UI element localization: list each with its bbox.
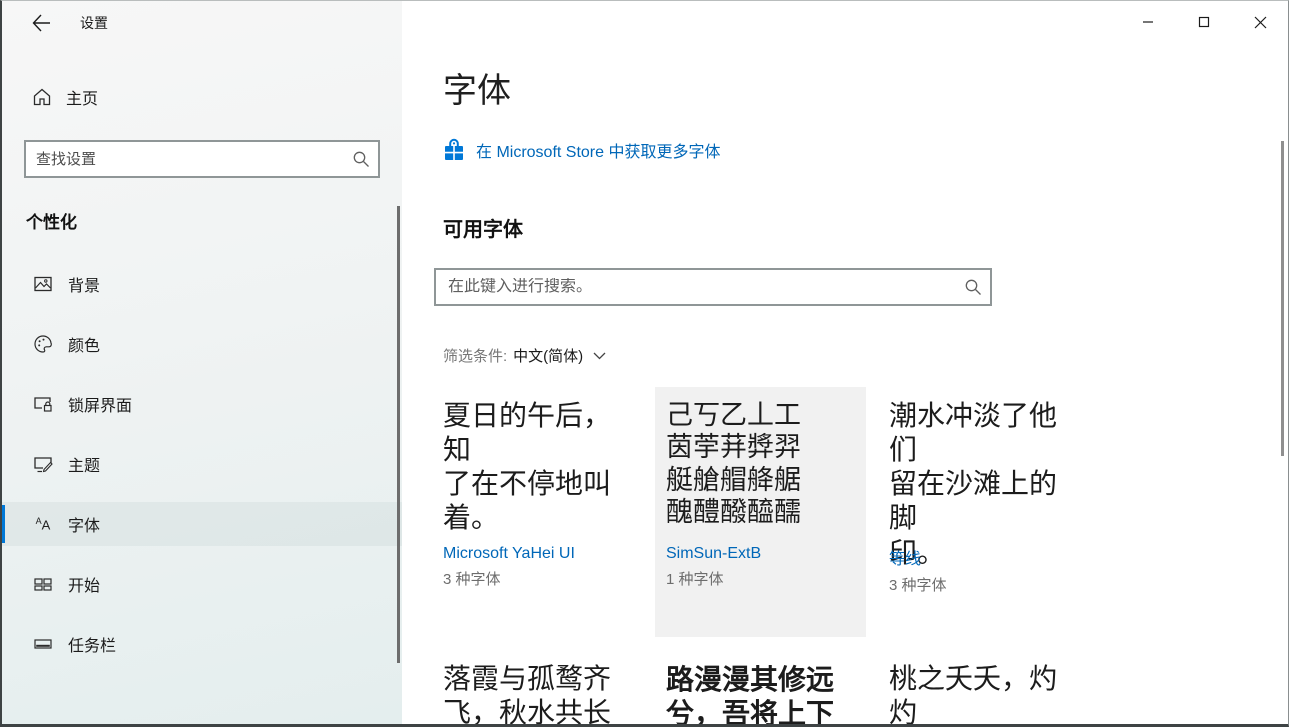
font-tile-row2-3[interactable]: 桃之夭夭，灼灼 其华。 (878, 651, 1089, 727)
filter-row: 筛选条件: 中文(简体) (443, 345, 606, 366)
font-tile-simsun-extb[interactable]: 己丂乙丄工 茵荢荓㢡羿 艇艙艒舽艍 醜醴醱醯醹 SimSun-ExtB 1 种字… (655, 387, 866, 637)
filter-label: 筛选条件: (443, 345, 507, 366)
sidebar-item-colors[interactable]: 颜色 (2, 322, 402, 366)
sidebar-item-label: 开始 (68, 572, 100, 596)
window-controls (1120, 1, 1288, 43)
page-title: 字体 (443, 63, 511, 112)
microsoft-store-icon (443, 138, 465, 162)
fonts-search-input[interactable] (436, 278, 956, 296)
font-name-link[interactable]: 等线 (889, 545, 1078, 569)
font-face-count: 3 种字体 (443, 568, 632, 589)
titlebar-left: 设置 (2, 1, 402, 45)
palette-icon (32, 334, 54, 354)
back-button[interactable] (24, 8, 58, 38)
font-tile-dengxian[interactable]: 潮水冲淡了他们 留在沙滩上的脚 印。 等线 3 种字体 (878, 387, 1089, 637)
sidebar-item-label: 任务栏 (68, 632, 116, 656)
font-tile-row2-2[interactable]: 路漫漫其修远 兮，吾将上下而 求索 (655, 651, 866, 727)
font-preview-text: 己丂乙丄工 茵荢荓㢡羿 艇艙艒舽艍 醜醴醱醯醹 (666, 399, 855, 545)
font-preview-text: 落霞与孤鹜齐 飞，秋水共长天 一色 (443, 663, 632, 727)
sidebar-item-home[interactable]: 主页 (2, 75, 402, 119)
sidebar-search-box (24, 140, 380, 178)
close-icon (1254, 16, 1267, 29)
font-face-count: 3 种字体 (889, 574, 1078, 595)
font-name-link[interactable]: SimSun-ExtB (666, 545, 855, 563)
font-grid: 夏日的午后，知 了在不停地叫 着。 Microsoft YaHei UI 3 种… (432, 387, 1089, 727)
maximize-icon (1198, 16, 1210, 28)
font-preview-text: 桃之夭夭，灼灼 其华。 (889, 663, 1078, 727)
sidebar-section-header: 个性化 (26, 208, 402, 236)
sidebar-item-start[interactable]: 开始 (2, 562, 402, 606)
settings-window: 设置 主页 个性化 (0, 0, 1289, 727)
minimize-icon (1142, 16, 1154, 28)
font-preview-text: 潮水冲淡了他们 留在沙滩上的脚 印。 (889, 399, 1078, 545)
background-icon (32, 274, 54, 294)
taskbar-icon (32, 634, 54, 654)
sidebar-item-label: 锁屏界面 (68, 392, 132, 416)
font-tile-row2-1[interactable]: 落霞与孤鹜齐 飞，秋水共长天 一色 (432, 651, 643, 727)
maximize-button[interactable] (1176, 1, 1232, 43)
sidebar-item-label: 主页 (66, 85, 98, 109)
font-preview-text: 路漫漫其修远 兮，吾将上下而 求索 (666, 663, 855, 727)
lockscreen-icon (32, 394, 54, 414)
sidebar-item-label: 颜色 (68, 332, 100, 356)
main-scrollbar[interactable] (1281, 141, 1284, 456)
font-name-link[interactable]: Microsoft YaHei UI (443, 545, 632, 563)
store-link-row[interactable]: 在 Microsoft Store 中获取更多字体 (443, 138, 720, 162)
sidebar-item-themes[interactable]: 主题 (2, 442, 402, 486)
sidebar-item-label: 主题 (68, 452, 100, 476)
sidebar-item-lockscreen[interactable]: 锁屏界面 (2, 382, 402, 426)
sidebar-search-input[interactable] (26, 151, 344, 168)
search-icon[interactable] (956, 278, 990, 296)
font-face-count: 1 种字体 (666, 568, 855, 589)
fonts-search-box (434, 268, 992, 306)
back-arrow-icon (31, 14, 51, 32)
sidebar: 设置 主页 个性化 (2, 1, 402, 724)
home-icon (32, 87, 52, 107)
search-icon[interactable] (344, 150, 378, 168)
sidebar-item-label: 字体 (68, 512, 100, 536)
sidebar-nav: 背景 颜色 (2, 262, 402, 666)
theme-icon (32, 454, 54, 474)
close-button[interactable] (1232, 1, 1288, 43)
available-fonts-heading: 可用字体 (443, 213, 523, 242)
sidebar-item-fonts[interactable]: AA 字体 (2, 502, 402, 546)
font-tile-yahei[interactable]: 夏日的午后，知 了在不停地叫 着。 Microsoft YaHei UI 3 种… (432, 387, 643, 637)
get-more-fonts-link[interactable]: 在 Microsoft Store 中获取更多字体 (476, 138, 720, 162)
sidebar-item-taskbar[interactable]: 任务栏 (2, 622, 402, 666)
chevron-down-icon[interactable] (593, 352, 606, 360)
filter-value[interactable]: 中文(简体) (513, 345, 583, 366)
sidebar-item-label: 背景 (68, 272, 100, 296)
app-title: 设置 (80, 13, 108, 33)
font-preview-text: 夏日的午后，知 了在不停地叫 着。 (443, 399, 632, 545)
start-icon (32, 574, 54, 594)
sidebar-item-background[interactable]: 背景 (2, 262, 402, 306)
main-content: 字体 在 Microsoft Store 中获取更多字体 可用字体 筛 (402, 1, 1288, 724)
fonts-icon: AA (32, 516, 54, 532)
minimize-button[interactable] (1120, 1, 1176, 43)
sidebar-scrollbar[interactable] (397, 206, 400, 663)
